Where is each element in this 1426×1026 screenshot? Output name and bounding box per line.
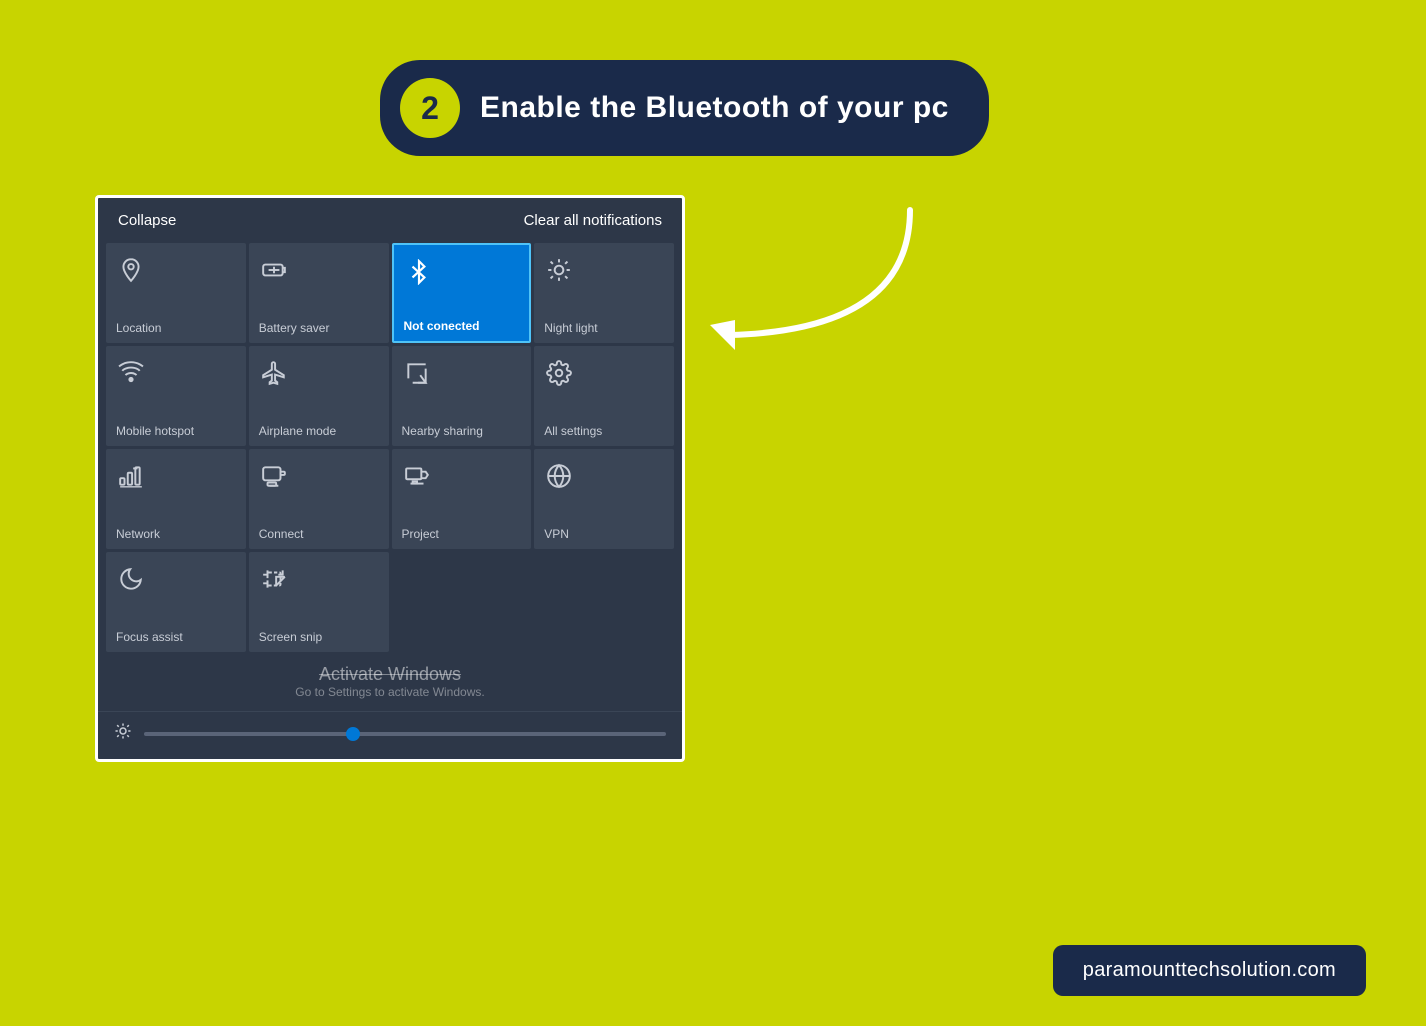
nearby-sharing-label: Nearby sharing xyxy=(402,424,483,438)
screen-snip-tile[interactable]: Screen snip xyxy=(249,552,389,652)
battery-saver-label: Battery saver xyxy=(259,321,330,335)
collapse-button[interactable]: Collapse xyxy=(118,212,176,229)
project-icon xyxy=(404,463,430,496)
brightness-slider[interactable] xyxy=(144,732,666,736)
all-settings-tile[interactable]: All settings xyxy=(534,346,674,446)
step-text: Enable the Bluetooth of your pc xyxy=(480,91,949,125)
bluetooth-icon xyxy=(406,259,432,292)
project-tile[interactable]: Project xyxy=(392,449,532,549)
network-label: Network xyxy=(116,527,160,541)
location-tile[interactable]: Location xyxy=(106,243,246,343)
activate-windows-watermark: Activate Windows Go to Settings to activ… xyxy=(98,660,682,711)
mobile-hotspot-icon xyxy=(118,360,144,393)
activate-title: Activate Windows xyxy=(114,664,666,685)
mobile-hotspot-label: Mobile hotspot xyxy=(116,424,194,438)
location-icon xyxy=(118,257,144,290)
airplane-mode-tile[interactable]: Airplane mode xyxy=(249,346,389,446)
bluetooth-tile[interactable]: Not conected xyxy=(392,243,532,343)
night-light-label: Night light xyxy=(544,321,597,335)
clear-notifications-button[interactable]: Clear all notifications xyxy=(524,212,662,229)
nearby-sharing-tile[interactable]: Nearby sharing xyxy=(392,346,532,446)
brightness-thumb xyxy=(346,727,360,741)
airplane-mode-label: Airplane mode xyxy=(259,424,336,438)
focus-assist-icon xyxy=(118,566,144,599)
quick-actions-grid: Location Battery saver Not conected xyxy=(98,243,682,660)
connect-icon xyxy=(261,463,287,496)
focus-assist-tile[interactable]: Focus assist xyxy=(106,552,246,652)
battery-saver-icon xyxy=(261,257,287,290)
vpn-tile[interactable]: VPN xyxy=(534,449,674,549)
action-center-panel: Collapse Clear all notifications Locatio… xyxy=(95,195,685,762)
action-center-header: Collapse Clear all notifications xyxy=(98,198,682,243)
brightness-icon xyxy=(114,722,132,745)
all-settings-label: All settings xyxy=(544,424,602,438)
brightness-bar xyxy=(98,711,682,759)
network-tile[interactable]: Network xyxy=(106,449,246,549)
screen-snip-icon xyxy=(261,566,287,599)
location-label: Location xyxy=(116,321,161,335)
mobile-hotspot-tile[interactable]: Mobile hotspot xyxy=(106,346,246,446)
vpn-label: VPN xyxy=(544,527,569,541)
project-label: Project xyxy=(402,527,439,541)
nearby-sharing-icon xyxy=(404,360,430,393)
night-light-tile[interactable]: Night light xyxy=(534,243,674,343)
step-banner: 2 Enable the Bluetooth of your pc xyxy=(380,60,989,156)
network-icon xyxy=(118,463,144,496)
footer-brand: paramounttechsolution.com xyxy=(1053,945,1366,996)
screen-snip-label: Screen snip xyxy=(259,630,322,644)
bluetooth-label: Not conected xyxy=(404,319,480,333)
vpn-icon xyxy=(546,463,572,496)
night-light-icon xyxy=(546,257,572,290)
battery-saver-tile[interactable]: Battery saver xyxy=(249,243,389,343)
connect-label: Connect xyxy=(259,527,304,541)
all-settings-icon xyxy=(546,360,572,393)
connect-tile[interactable]: Connect xyxy=(249,449,389,549)
activate-subtitle: Go to Settings to activate Windows. xyxy=(114,685,666,699)
focus-assist-label: Focus assist xyxy=(116,630,183,644)
step-number: 2 xyxy=(400,78,460,138)
airplane-mode-icon xyxy=(261,360,287,393)
